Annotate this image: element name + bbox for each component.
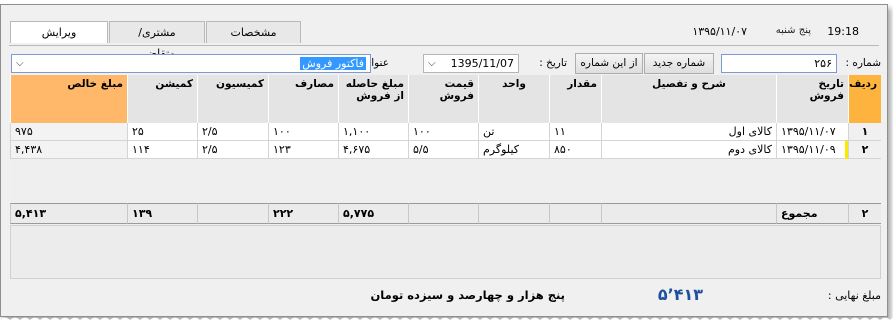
tab-edit[interactable]: ویرایش [10, 21, 108, 43]
title-value: فاکتور فروش [300, 57, 366, 70]
column-header-row[interactable]: ردیف [848, 75, 881, 123]
column-header-description[interactable]: شرح و تفصیل [601, 75, 776, 123]
notes-panel [10, 225, 881, 279]
total-empty [197, 203, 268, 224]
cell-net[interactable]: ۹۷۵ [10, 123, 127, 141]
cell-commission[interactable]: ۱۱۴ [127, 141, 197, 159]
current-date: ۱۳۹۵/۱۱/۰۷ [692, 25, 747, 38]
tab-strip: مشخصات مشتری/متقاضی ویرایش [9, 21, 301, 60]
column-header-quantity[interactable]: مقدار [549, 75, 601, 123]
final-amount-words: پنج هزار و چهارصد و سیزده تومان [370, 288, 565, 302]
column-header-sale-date[interactable]: تاریخ فروش [776, 75, 848, 123]
cell-unit[interactable]: کیلوگرم [478, 141, 549, 159]
cell-date[interactable]: ۱۳۹۵/۱۱/۰۷ [776, 123, 848, 141]
cell-commission-rate[interactable]: ۲/۵ [197, 123, 268, 141]
total-empty [408, 203, 478, 224]
clock: 19:18 [827, 25, 859, 38]
cell-quantity[interactable]: ۱۱ [549, 123, 601, 141]
tab-details[interactable]: مشخصات [206, 21, 301, 43]
cell-expense[interactable]: ۱۰۰ [268, 123, 338, 141]
column-header-commission-rate[interactable]: کمیسیون [197, 75, 268, 123]
tab-customer[interactable]: مشتری/متقاضی [109, 21, 205, 60]
torn-edge-bottom [0, 312, 893, 324]
row-number[interactable]: ۱ [848, 123, 881, 141]
toolbar: شماره : ۲۵۶ شماره جدید از این شماره تاری… [1, 53, 889, 75]
cell-gross[interactable]: ۱,۱۰۰ [338, 123, 408, 141]
column-header-price[interactable]: قیمت فروش [408, 75, 478, 123]
final-amount: ۵٬۴۱۳ [657, 285, 703, 304]
column-header-gross[interactable]: مبلغ حاصله از فروش [338, 75, 408, 123]
cell-price[interactable]: ۵/۵ [408, 141, 478, 159]
footer-bar: مبلغ نهایی : ۵٬۴۱۳ پنج هزار و چهارصد و س… [1, 285, 889, 309]
total-commission: ۱۳۹ [127, 203, 197, 224]
chevron-down-icon[interactable]: ⌵ [16, 55, 24, 72]
cell-description[interactable]: کالای دوم [601, 141, 776, 159]
date-value: 1395/11/07 [450, 57, 514, 70]
number-label: شماره : [845, 57, 881, 69]
day-name: پنج شنبه [775, 25, 811, 36]
column-header-expense[interactable]: مصارف [268, 75, 338, 123]
total-empty [601, 203, 776, 224]
number-field[interactable]: ۲۵۶ [721, 54, 837, 73]
current-row-marker [845, 141, 848, 159]
invoice-window: 19:18 پنج شنبه ۱۳۹۵/۱۱/۰۷ مشخصات مشتری/م… [0, 4, 888, 317]
new-number-button[interactable]: شماره جدید [644, 53, 714, 74]
cell-price[interactable]: ۱۰۰ [408, 123, 478, 141]
total-empty [549, 203, 601, 224]
torn-edge-top [0, 0, 893, 9]
cell-expense[interactable]: ۱۲۳ [268, 141, 338, 159]
total-expense: ۲۲۲ [268, 203, 338, 224]
tab-divider [9, 45, 879, 46]
row-number[interactable]: ۲ [848, 141, 881, 159]
cell-date[interactable]: ۱۳۹۵/۱۱/۰۹ [776, 141, 845, 159]
date-field[interactable]: 1395/11/07 ⌵ [423, 54, 519, 73]
cell-unit[interactable]: تن [478, 123, 549, 141]
cell-quantity[interactable]: ۸۵۰ [549, 141, 601, 159]
cell-gross[interactable]: ۴,۶۷۵ [338, 141, 408, 159]
total-net: ۵,۴۱۳ [10, 203, 127, 224]
total-count: ۲ [848, 203, 881, 224]
cell-commission[interactable]: ۲۵ [127, 123, 197, 141]
chevron-down-icon[interactable]: ⌵ [428, 55, 436, 72]
total-gross: ۵,۷۷۵ [338, 203, 408, 224]
column-header-commission[interactable]: کمیشن [127, 75, 197, 123]
total-empty [478, 203, 549, 224]
from-this-number-button[interactable]: از این شماره [575, 53, 643, 74]
final-amount-label: مبلغ نهایی : [827, 289, 881, 302]
column-header-unit[interactable]: واحد [478, 75, 549, 123]
header-bar: 19:18 پنج شنبه ۱۳۹۵/۱۱/۰۷ مشخصات مشتری/م… [1, 17, 889, 60]
cell-net[interactable]: ۴,۴۳۸ [10, 141, 127, 159]
column-header-net[interactable]: مبلغ خالص [10, 75, 127, 123]
date-label: تاریخ : [539, 57, 567, 69]
title-select[interactable]: فاکتور فروش ⌵ [11, 54, 371, 73]
cell-commission-rate[interactable]: ۲/۵ [197, 141, 268, 159]
cell-description[interactable]: کالای اول [601, 123, 776, 141]
total-label: مجموع [776, 203, 848, 224]
